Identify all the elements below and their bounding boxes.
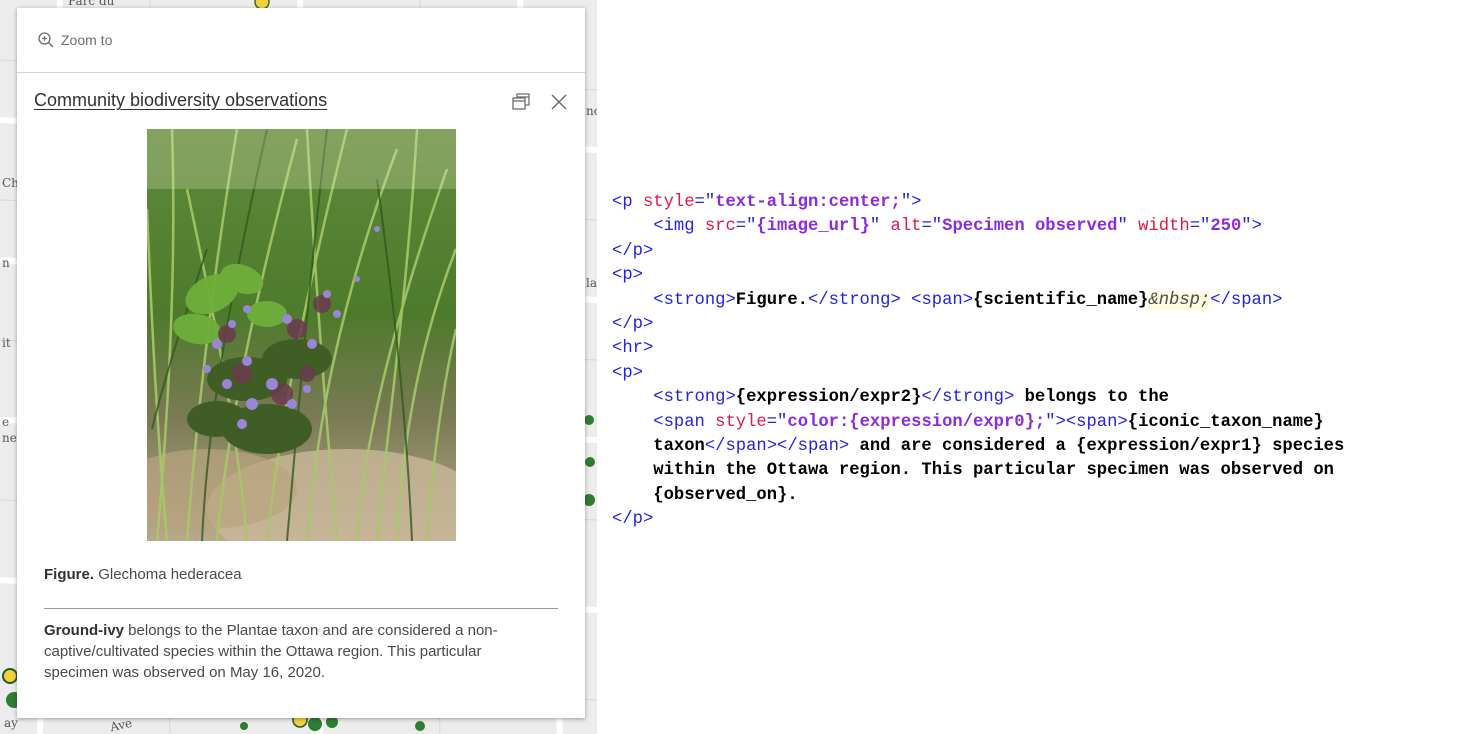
figure-label: Figure. [44, 566, 95, 583]
code-token: <p [612, 193, 643, 212]
code-token: Figure. [735, 290, 808, 310]
description-text: belongs to the [124, 622, 227, 639]
code-token: <strong> [612, 290, 736, 310]
observed-date: May 16, 2020 [229, 664, 321, 681]
code-token: src [704, 217, 736, 237]
popup-description: Ground-ivy belongs to the Plantae taxon … [44, 620, 544, 683]
code-token: <hr> [612, 339, 654, 359]
code-token: </span></span> [704, 437, 850, 457]
figure-caption: Figure. Glechoma hederacea [44, 566, 242, 583]
code-token: within the Ottawa region. This particula… [612, 461, 1334, 481]
dock-icon [512, 93, 530, 110]
description-text: . [320, 664, 326, 681]
code-token: " [1117, 217, 1139, 237]
code-token: <span [612, 412, 716, 432]
code-token: =" [921, 217, 943, 237]
taxon-name: Plantae [226, 622, 278, 639]
common-name: Ground-ivy [44, 622, 125, 639]
scientific-name: Glechoma hederacea [98, 566, 242, 583]
code-token: =" [1189, 217, 1211, 237]
code-token: alt [890, 217, 922, 237]
zoom-in-icon [38, 32, 54, 48]
html-code-panel: <p style="text-align:center;"> <img src=… [612, 191, 1480, 533]
feature-popup: Zoom to Community biodiversity observati… [17, 8, 585, 718]
code-token: <p> [612, 266, 643, 286]
map-label: e [2, 415, 10, 429]
code-token: &nbsp; [1148, 290, 1211, 310]
close-icon [551, 94, 567, 110]
code-token: {image_url} [756, 217, 870, 237]
code-token: {iconic_taxon_name} [1127, 412, 1324, 432]
code-token: </span> [1210, 290, 1283, 310]
zoom-to-button[interactable]: Zoom to [37, 31, 112, 49]
code-token: " [869, 217, 891, 237]
map-label: la [586, 276, 597, 290]
code-token: </strong> [921, 388, 1015, 408]
specimen-photo-image [147, 129, 456, 541]
code-token: {expression/expr2} [735, 388, 922, 408]
code-token: and are considered a {expression/expr1} … [849, 437, 1345, 457]
code-token: "> [900, 193, 922, 212]
code-token: "><span> [1045, 412, 1128, 432]
code-token: =" [735, 217, 757, 237]
code-token: =" [766, 412, 788, 432]
code-token: color:{expression/expr0}; [787, 412, 1046, 432]
code-token: <p> [612, 363, 643, 383]
code-token: {scientific_name} [973, 290, 1149, 310]
code-token: text-align:center; [715, 193, 901, 212]
popup-header: Zoom to [17, 8, 585, 73]
code-token: Specimen observed [942, 217, 1118, 237]
code-token: <img [612, 217, 705, 237]
specimen-photo [147, 129, 456, 541]
close-button[interactable] [548, 91, 570, 113]
code-token: </p> [612, 510, 654, 530]
map-label: it [2, 336, 11, 350]
map-label: ne [2, 431, 17, 445]
code-token: </p> [612, 315, 654, 335]
code-token: taxon [612, 437, 705, 457]
code-token: width [1138, 217, 1190, 237]
code-token: style [642, 193, 695, 212]
popup-title[interactable]: Community biodiversity observations [34, 90, 327, 111]
code-token: {observed_on}. [612, 485, 798, 505]
map-label: Parc du [68, 0, 115, 8]
map-label: nc [586, 104, 597, 118]
code-token: </p> [612, 241, 654, 261]
code-token: </strong> [807, 290, 912, 310]
zoom-to-label: Zoom to [61, 32, 113, 48]
code-token: 250 [1210, 217, 1242, 237]
code-token: "> [1241, 217, 1262, 237]
code-token: belongs to the [1014, 388, 1169, 408]
code-token: style [715, 412, 767, 432]
popup-divider [44, 608, 558, 609]
map-label: ay [4, 716, 18, 730]
code-token: <span> [911, 290, 974, 310]
dock-button[interactable] [510, 91, 532, 113]
code-token: <strong> [612, 388, 736, 408]
map-label: n [2, 256, 10, 270]
popup-title-row: Community biodiversity observations [17, 73, 585, 129]
code-token: =" [694, 193, 716, 212]
